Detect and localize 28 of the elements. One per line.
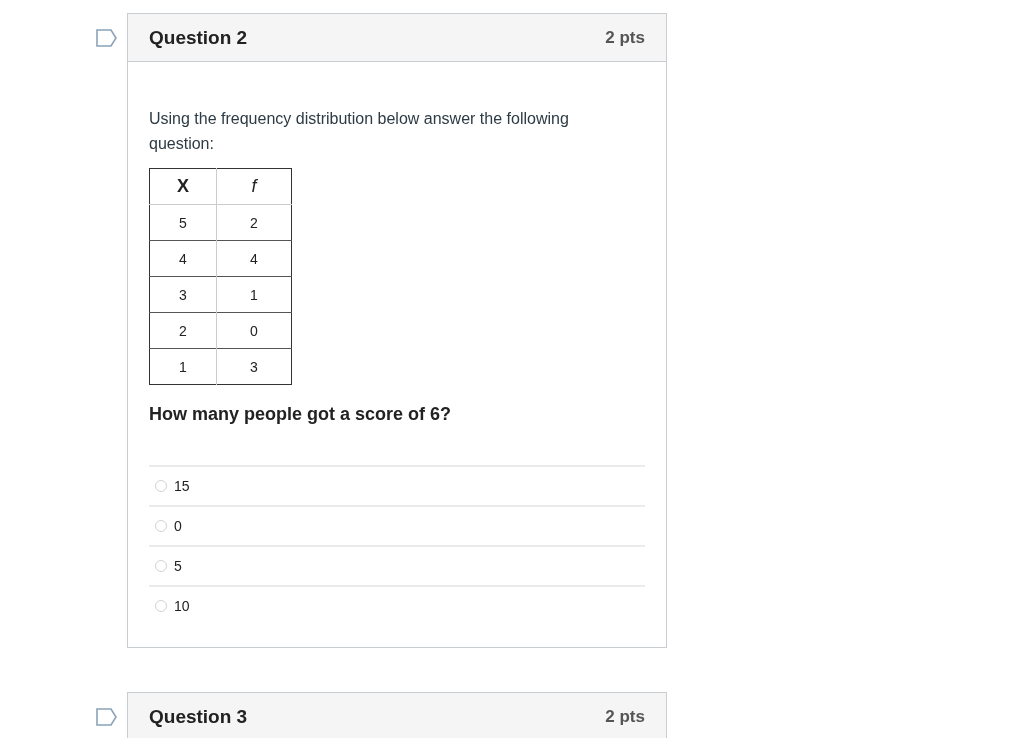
table-cell: 0 (216, 312, 292, 349)
table-cell: 5 (149, 204, 217, 241)
answer-label: 15 (174, 478, 190, 494)
points-label: 2 pts (605, 706, 645, 727)
table-cell: 2 (216, 204, 292, 241)
question-title: Question 3 (149, 705, 248, 728)
column-header: f (216, 168, 292, 205)
flag-icon[interactable] (96, 29, 117, 47)
table-cell: 1 (216, 276, 292, 313)
radio-button[interactable] (155, 520, 167, 532)
radio-button[interactable] (155, 560, 167, 572)
table-cell: 2 (149, 312, 217, 349)
column-header: X (149, 168, 217, 205)
table-cell: 4 (149, 240, 217, 277)
question-title: Question 2 (149, 26, 248, 49)
table-cell: 1 (149, 348, 217, 385)
table-cell: 3 (216, 348, 292, 385)
table-cell: 3 (149, 276, 217, 313)
radio-button[interactable] (155, 600, 167, 612)
points-label: 2 pts (605, 27, 645, 48)
radio-button[interactable] (155, 480, 167, 492)
table-cell: 4 (216, 240, 292, 277)
question-prompt: Using the frequency distribution below answer the following question: (149, 109, 570, 154)
flag-icon[interactable] (96, 708, 117, 726)
answer-label: 5 (174, 558, 182, 574)
question-text: How many people got a score of 6? (149, 403, 453, 426)
answer-label: 10 (174, 598, 190, 614)
answer-label: 0 (174, 518, 182, 534)
